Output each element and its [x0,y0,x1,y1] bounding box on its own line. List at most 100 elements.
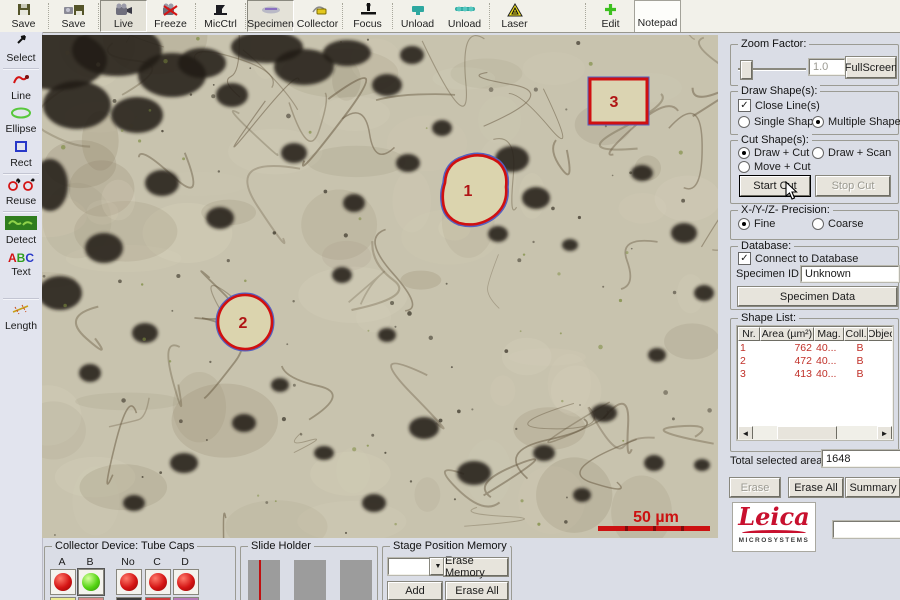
coarse-radio[interactable]: Coarse [812,218,863,230]
edit-button[interactable]: Edit [587,0,634,32]
shape-label-3: 3 [610,94,619,111]
cut-shape-3[interactable]: 3 [590,79,647,123]
cap-a-button[interactable] [50,569,76,595]
scroll-left-arrow-icon[interactable]: ◄ [738,426,753,440]
camera-save-icon [64,2,84,17]
tools-sidebar: Select Line Ellipse Rect Reuse [0,32,43,600]
summary-button[interactable]: Summary [846,478,900,497]
close-lines-checkbox[interactable]: ✓ Close Line(s) [738,99,820,112]
col-area[interactable]: Area (µm²) [760,327,814,341]
slide-3[interactable] [340,560,372,600]
specimen-id-field[interactable]: Unknown [801,266,899,282]
col-coll[interactable]: Coll. [844,327,868,341]
erase-all-button[interactable]: Erase All [789,478,843,497]
reuse-tool[interactable]: Reuse [0,176,42,210]
erase-button[interactable]: Erase [730,478,780,497]
micctrl-button[interactable]: MicCtrl [197,0,244,32]
shape-list-hscrollbar[interactable]: ◄ ► [738,426,892,439]
cut-shape-2[interactable]: 2 [218,295,272,349]
radio-icon [738,161,750,173]
toolbar-separator [245,3,246,29]
start-cut-button[interactable]: Start Cut [740,176,810,196]
cap-c-button[interactable] [145,569,171,595]
toolbar-separator [98,3,99,29]
toolbar-gap [538,0,584,32]
detect-tool[interactable]: Detect [0,214,42,249]
unload-collector-button[interactable]: Unload [441,0,488,32]
live-button[interactable]: Live [100,0,147,32]
shape-row-1[interactable]: 1 762 40... B 0 [738,341,892,354]
fine-radio[interactable]: Fine [738,218,775,230]
shape-label-2: 2 [239,315,248,332]
slide-2[interactable] [294,560,326,600]
length-tool[interactable]: Length [0,301,42,335]
shape-list-table[interactable]: Nr. Area (µm²) Mag. Coll. Objects 1 762 … [737,326,893,440]
text-tool[interactable]: ABC Text [0,249,42,281]
stop-cut-button[interactable]: Stop Cut [816,176,890,196]
freehand-line-icon [12,73,30,89]
col-objects[interactable]: Objects [868,327,893,341]
line-tool[interactable]: Line [0,71,42,105]
focus-button[interactable]: Focus [344,0,391,32]
shape-row-2[interactable]: 2 472 40... B 0 [738,354,892,367]
shape-row-3[interactable]: 3 413 40... B 0 [738,367,892,380]
slot-label-a: A [47,556,77,568]
connect-database-checkbox[interactable]: ✓ Connect to Database [738,252,858,265]
unload-specimen-button[interactable]: Unload [394,0,441,32]
memory-dropdown[interactable]: ▼ [388,558,446,575]
zoom-slider-thumb[interactable] [741,61,752,79]
erase-all-memory-button[interactable]: Erase All [446,582,508,600]
video-camera-icon [115,2,133,17]
col-nr[interactable]: Nr. [738,327,760,341]
draw-cut-radio[interactable]: Draw + Cut [738,147,809,159]
cap-d-button[interactable] [173,569,199,595]
ruler-icon [10,303,32,319]
main-toolbar: Save Save Live Freeze MicCtrl [0,0,900,33]
slide-holder-title: Slide Holder [248,540,314,552]
microscope-view[interactable]: 1 2 3 50 µm [42,35,718,538]
radio-selected-icon [812,116,824,128]
select-tool[interactable]: Select [0,32,42,67]
scroll-thumb[interactable] [777,426,837,440]
slide-1[interactable] [248,560,280,600]
floppy-icon [17,2,31,17]
save-button[interactable]: Save [0,0,47,32]
specimen-button[interactable]: Specimen [247,0,294,32]
red-cap-icon [54,573,72,591]
specimen-id-label: Specimen ID: [736,268,802,280]
shape-label-1: 1 [464,183,473,200]
laser-warning-icon [507,2,523,17]
microscope-icon [213,2,229,17]
specimen-data-button[interactable]: Specimen Data [738,287,897,306]
lmd-application-window: Save Save Live Freeze MicCtrl [0,0,900,600]
add-button[interactable]: Add [388,582,442,600]
move-cut-radio[interactable]: Move + Cut [738,161,811,173]
save-as-button[interactable]: Save [50,0,97,32]
col-mag[interactable]: Mag. [814,327,844,341]
cap-nocap-button[interactable] [116,569,142,595]
rectangle-icon [14,140,28,156]
ellipse-icon [10,107,32,122]
stage-position-marker [259,560,261,600]
toolbar-separator [489,3,490,29]
specimen-stage-icon [261,2,281,17]
zoom-value-field[interactable]: 1.0 [809,59,845,75]
database-title: Database: [738,240,794,252]
fullscreen-button[interactable]: FullScreen [846,57,896,78]
collector-button[interactable]: Collector [294,0,341,32]
laser-button[interactable]: Laser [491,0,538,32]
draw-scan-radio[interactable]: Draw + Scan [812,147,891,159]
single-shape-radio[interactable]: Single Shape [738,116,819,128]
ellipse-tool[interactable]: Ellipse [0,105,42,138]
cut-shape-1[interactable]: 1 [443,155,507,224]
cap-b-button[interactable] [78,569,104,595]
rect-tool[interactable]: Rect [0,138,42,172]
sidebar-separator [3,211,39,213]
scroll-right-arrow-icon[interactable]: ► [877,426,892,440]
erase-memory-button[interactable]: Erase Memory [444,558,508,576]
multiple-shapes-radio[interactable]: Multiple Shapes [812,116,900,128]
freeze-button[interactable]: Freeze [147,0,194,32]
mouse-cursor [783,181,799,201]
notepad-button[interactable]: Notepad [634,0,681,32]
select-arrow-icon [14,34,28,51]
